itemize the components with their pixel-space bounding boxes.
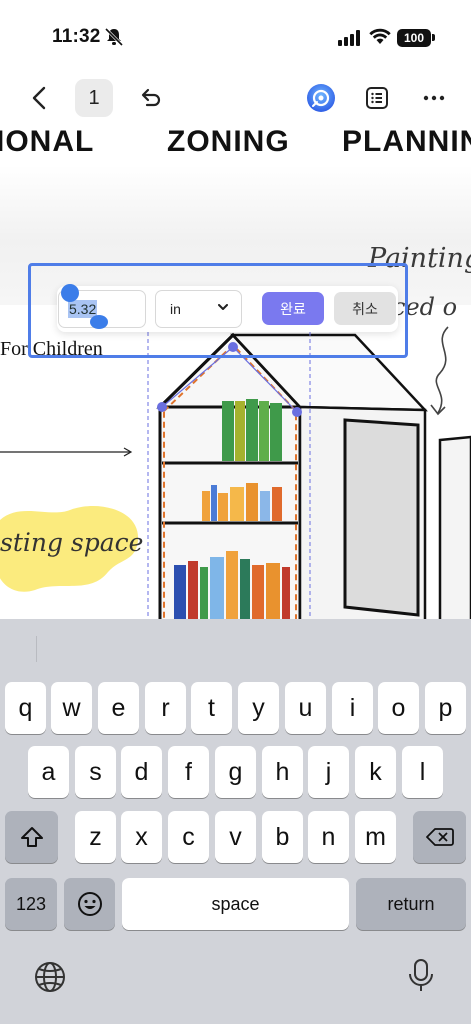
- microphone-icon[interactable]: [407, 958, 435, 999]
- key-o[interactable]: o: [378, 682, 419, 734]
- cancel-button[interactable]: 취소: [334, 292, 396, 325]
- editor-toolbar: 1: [0, 70, 471, 125]
- key-m[interactable]: m: [355, 811, 396, 863]
- key-g[interactable]: g: [215, 746, 256, 798]
- key-s[interactable]: s: [75, 746, 116, 798]
- suggestion-divider: [36, 636, 37, 662]
- key-e[interactable]: e: [98, 682, 139, 734]
- status-bar: 11:32 100: [0, 0, 471, 70]
- key-n[interactable]: n: [308, 811, 349, 863]
- return-key[interactable]: return: [356, 878, 466, 930]
- key-a[interactable]: a: [28, 746, 69, 798]
- ai-assistant-icon[interactable]: [305, 82, 337, 114]
- key-f[interactable]: f: [168, 746, 209, 798]
- chevron-down-icon: [218, 304, 228, 310]
- heading-zoning: ZONING: [167, 125, 290, 158]
- key-v[interactable]: v: [215, 811, 256, 863]
- done-button[interactable]: 완료: [262, 292, 324, 325]
- selection-end-handle[interactable]: [90, 315, 108, 329]
- key-k[interactable]: k: [355, 746, 396, 798]
- silent-bell-icon: [104, 27, 124, 47]
- globe-icon[interactable]: [33, 960, 67, 999]
- outline-list-icon[interactable]: [364, 84, 390, 112]
- status-time: 11:32: [52, 26, 101, 47]
- space-key[interactable]: space: [122, 878, 349, 930]
- document-canvas[interactable]: IONAL ZONING PLANNIN Painting ced o For …: [0, 125, 471, 620]
- numbers-key[interactable]: 123: [5, 878, 57, 930]
- key-x[interactable]: x: [121, 811, 162, 863]
- battery-icon: 100: [397, 29, 431, 47]
- key-j[interactable]: j: [308, 746, 349, 798]
- battery-tip: [432, 34, 435, 41]
- key-q[interactable]: q: [5, 682, 46, 734]
- heading-planning: PLANNIN: [342, 125, 471, 158]
- key-d[interactable]: d: [121, 746, 162, 798]
- back-chevron-icon[interactable]: [26, 84, 52, 112]
- unit-value: in: [170, 301, 181, 317]
- key-r[interactable]: r: [145, 682, 186, 734]
- selection-start-handle[interactable]: [61, 284, 79, 302]
- key-l[interactable]: l: [402, 746, 443, 798]
- more-icon[interactable]: [420, 84, 448, 112]
- unit-dropdown[interactable]: [155, 290, 242, 328]
- resting-space-text: sting space: [0, 528, 144, 557]
- undo-icon[interactable]: [136, 84, 164, 112]
- bookshelf-illustration: [147, 325, 471, 620]
- key-w[interactable]: w: [51, 682, 92, 734]
- shift-icon[interactable]: [5, 811, 58, 863]
- key-z[interactable]: z: [75, 811, 116, 863]
- key-y[interactable]: y: [238, 682, 279, 734]
- emoji-icon[interactable]: [64, 878, 115, 930]
- key-p[interactable]: p: [425, 682, 466, 734]
- wifi-icon: [369, 28, 391, 44]
- key-u[interactable]: u: [285, 682, 326, 734]
- page-number-button[interactable]: 1: [75, 79, 113, 117]
- arrow-line-icon: [0, 447, 133, 457]
- key-h[interactable]: h: [262, 746, 303, 798]
- key-t[interactable]: t: [191, 682, 232, 734]
- key-c[interactable]: c: [168, 811, 209, 863]
- delete-icon[interactable]: [413, 811, 466, 863]
- key-b[interactable]: b: [262, 811, 303, 863]
- cellular-signal-icon: [338, 30, 360, 46]
- key-i[interactable]: i: [332, 682, 373, 734]
- heading-fragment-left: IONAL: [0, 125, 95, 158]
